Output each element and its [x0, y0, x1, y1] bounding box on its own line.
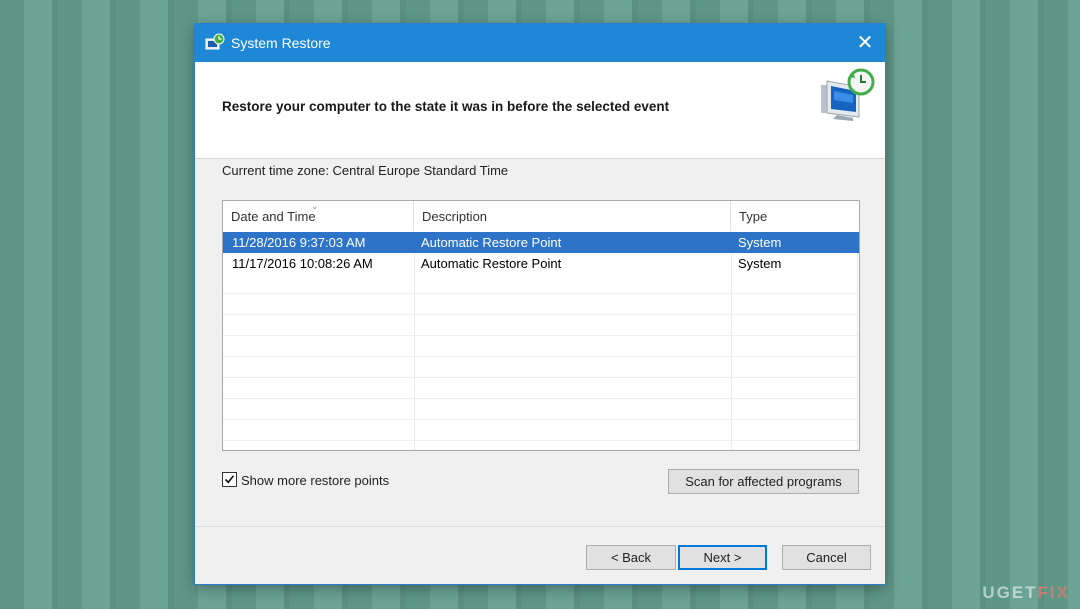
column-header-date-time[interactable]: Date and Time ⌄: [223, 201, 414, 231]
row-type: System: [738, 235, 782, 250]
close-icon[interactable]: ✕: [857, 32, 874, 54]
system-restore-app-icon: [205, 33, 225, 53]
watermark-part: FIX: [1037, 583, 1070, 602]
column-header-type-label: Type: [739, 209, 768, 224]
system-restore-icon: [819, 67, 877, 123]
checkmark-icon: [224, 475, 235, 484]
column-header-date-time-label: Date and Time: [231, 209, 316, 224]
row-divider: [223, 419, 859, 420]
row-description: Automatic Restore Point: [421, 235, 562, 250]
system-restore-window: System Restore ✕ Restore your computer t…: [195, 24, 885, 584]
cancel-button[interactable]: Cancel: [782, 545, 871, 570]
row-date: 11/17/2016 10:08:26 AM: [232, 256, 373, 271]
footer-divider: [195, 526, 885, 527]
row-description: Automatic Restore Point: [421, 256, 562, 271]
row-divider: [223, 314, 859, 315]
row-type: System: [738, 256, 782, 271]
watermark-part: UG: [982, 583, 1012, 602]
watermark-part: ET: [1011, 583, 1038, 602]
header-panel: Restore your computer to the state it wa…: [195, 62, 885, 159]
show-more-checkbox[interactable]: [222, 472, 237, 487]
page-heading: Restore your computer to the state it wa…: [222, 99, 670, 114]
restore-points-list[interactable]: Date and Time ⌄ Description Type 11/28/2…: [222, 200, 860, 451]
row-divider: [223, 335, 859, 336]
sort-descending-icon: ⌄: [311, 201, 319, 211]
title-bar[interactable]: System Restore ✕: [195, 24, 885, 62]
show-more-label[interactable]: Show more restore points: [241, 473, 389, 488]
column-header-type[interactable]: Type: [731, 201, 857, 231]
table-row[interactable]: 11/28/2016 9:37:03 AM Automatic Restore …: [223, 232, 859, 253]
watermark-logo: UGETFIX: [982, 583, 1070, 603]
row-divider: [223, 293, 859, 294]
row-divider: [223, 440, 859, 441]
row-divider: [223, 356, 859, 357]
column-header-description-label: Description: [422, 209, 488, 224]
row-divider: [223, 398, 859, 399]
row-divider: [223, 377, 859, 378]
timezone-label: Current time zone: Central Europe Standa…: [222, 163, 509, 178]
row-date: 11/28/2016 9:37:03 AM: [232, 235, 366, 250]
scan-affected-programs-button[interactable]: Scan for affected programs: [668, 469, 859, 494]
column-header-description[interactable]: Description: [414, 201, 731, 231]
next-button[interactable]: Next >: [678, 545, 767, 570]
window-title: System Restore: [231, 35, 331, 51]
table-row[interactable]: 11/17/2016 10:08:26 AM Automatic Restore…: [223, 253, 859, 274]
back-button[interactable]: < Back: [586, 545, 676, 570]
close-button[interactable]: ✕: [845, 24, 885, 62]
